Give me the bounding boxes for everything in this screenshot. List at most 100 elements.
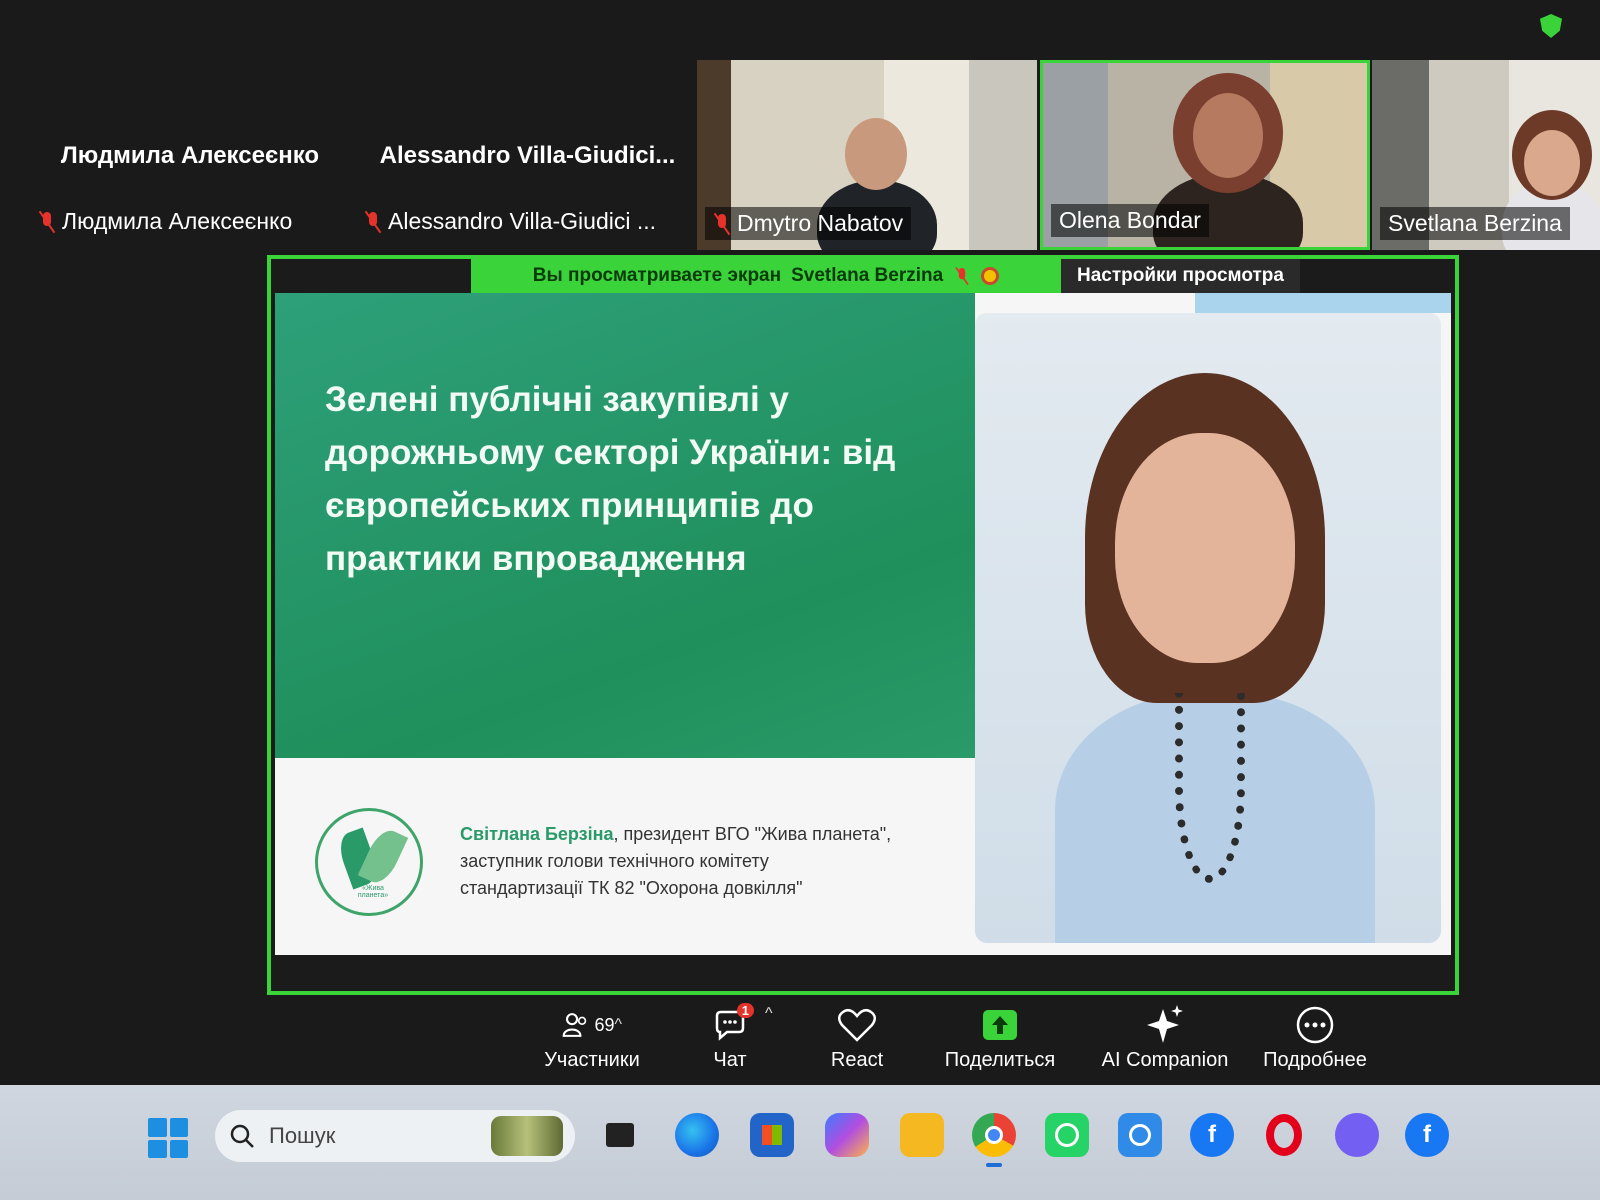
more-options-icon (1296, 1006, 1334, 1044)
share-label: Поделиться (944, 1049, 1056, 1071)
participant-tile[interactable]: Alessandro Villa-Giudici... Alessandro V… (360, 60, 695, 250)
facebook-icon[interactable]: f (1190, 1113, 1234, 1157)
participant-caption-name: Dmytro Nabatov (737, 210, 904, 236)
sparkle-icon (1147, 1005, 1183, 1043)
more-button[interactable]: Подробнее (1245, 995, 1385, 1085)
participant-caption: Dmytro Nabatov (705, 207, 912, 240)
participant-video-tile[interactable]: Dmytro Nabatov (697, 60, 1037, 250)
search-highlight-image (491, 1116, 563, 1156)
chevron-up-icon[interactable]: ^ (614, 1016, 622, 1034)
participants-icon (562, 1013, 587, 1037)
mic-muted-icon (713, 212, 731, 236)
participants-icon-group: 69 ^ (562, 1005, 622, 1045)
participants-button[interactable]: 69 ^ Участники (522, 995, 662, 1085)
participant-caption: Alessandro Villa-Giudici ... (364, 208, 656, 235)
microsoft-store-icon[interactable] (750, 1113, 794, 1157)
chrome-center (985, 1126, 1003, 1144)
search-placeholder: Пошук (269, 1123, 336, 1148)
active-app-indicator (986, 1163, 1002, 1167)
windows-taskbar: Пошук f f (0, 1085, 1600, 1200)
whatsapp-ring (1055, 1123, 1079, 1147)
start-icon-tile (148, 1118, 167, 1137)
react-icon-group (827, 1005, 887, 1045)
participant-video-tile[interactable]: Svetlana Berzina (1372, 60, 1600, 250)
slide-title: Зелені публічні закупівлі у дорожньому с… (325, 380, 896, 578)
participants-label: Участники (544, 1049, 640, 1071)
photo-face (1115, 433, 1295, 663)
share-status-banner: Вы просматриваете экран Svetlana Berzina (471, 259, 1061, 293)
mic-muted-icon (955, 266, 969, 285)
copilot-icon[interactable] (825, 1113, 869, 1157)
share-screen-icon (983, 1010, 1017, 1040)
share-icon-group (970, 1005, 1030, 1045)
view-options-button[interactable]: Настройки просмотра (1061, 259, 1300, 293)
participant-caption-name: Svetlana Berzina (1388, 210, 1562, 236)
start-icon-tile (169, 1118, 188, 1137)
opera-ring (1266, 1114, 1302, 1156)
screen-snip-icon[interactable] (1118, 1113, 1162, 1157)
participant-display-name: Людмила Алексеєнко (60, 142, 320, 169)
start-icon-tile (148, 1139, 167, 1158)
participants-count: 69 (594, 1014, 615, 1035)
start-icon-tile (169, 1139, 188, 1158)
zoom-meeting-window: Людмила Алексеєнко Людмила Алексеєнко Al… (0, 0, 1600, 1085)
chevron-up-icon[interactable]: ^ (765, 1005, 773, 1023)
speaker-role-line: заступник голови технічного комітету (460, 851, 769, 871)
participant-tile[interactable]: Людмила Алексеєнко Людмила Алексеєнко (20, 60, 360, 250)
speaker-name: Світлана Берзіна (460, 824, 614, 844)
speaker-caption: Світлана Берзіна, президент ВГО "Жива пл… (460, 821, 960, 902)
encryption-shield-icon[interactable] (1540, 14, 1562, 38)
meeting-toolbar: 69 ^ Участники 1 Чат ^ React Поделиться (0, 995, 1600, 1085)
chrome-icon[interactable] (972, 1113, 1016, 1167)
presentation-slide: Зелені публічні закупівлі у дорожньому с… (275, 293, 1451, 955)
react-label: React (830, 1049, 884, 1071)
participant-caption: Olena Bondar (1051, 204, 1209, 237)
ai-companion-button[interactable]: AI Companion (1085, 995, 1245, 1085)
slide-accent-strip (1195, 293, 1451, 313)
share-status-text: Вы просматриваете экран (532, 265, 782, 286)
shared-screen-frame[interactable]: Вы просматриваете экран Svetlana Berzina… (267, 255, 1459, 995)
more-label: Подробнее (1263, 1049, 1367, 1071)
task-view-icon[interactable] (598, 1113, 642, 1157)
windows-start-icon[interactable] (148, 1118, 188, 1158)
participant-display-name: Alessandro Villa-Giudici... (379, 142, 676, 169)
mic-muted-icon (38, 210, 56, 234)
participant-head (845, 118, 907, 190)
recording-dot-icon (981, 267, 1000, 285)
facebook-icon[interactable]: f (1405, 1113, 1449, 1157)
chat-unread-badge: 1 (736, 1003, 754, 1018)
react-button[interactable]: React (792, 995, 922, 1085)
ai-companion-label: AI Companion (1101, 1049, 1229, 1071)
taskbar-search-input[interactable]: Пошук (215, 1110, 575, 1162)
store-logo-shape (762, 1125, 782, 1145)
search-icon (230, 1124, 254, 1148)
snip-ring (1129, 1124, 1151, 1146)
participant-head (1193, 93, 1263, 178)
participant-head (1524, 130, 1580, 196)
viber-icon[interactable] (1335, 1113, 1379, 1157)
share-presenter-name: Svetlana Berzina (791, 265, 944, 286)
chat-button[interactable]: 1 Чат (665, 995, 795, 1085)
file-explorer-icon[interactable] (900, 1113, 944, 1157)
participant-caption: Людмила Алексеєнко (38, 208, 292, 235)
edge-icon[interactable] (675, 1113, 719, 1157)
share-screen-button[interactable]: Поделиться (930, 995, 1070, 1085)
ai-icon-group (1135, 1005, 1195, 1045)
speaker-photo (975, 313, 1441, 943)
heart-icon (838, 1008, 876, 1042)
speaker-role: , президент ВГО "Жива планета", (613, 824, 892, 844)
slide-title-panel: Зелені публічні закупівлі у дорожньому с… (275, 293, 975, 758)
more-icon-group (1285, 1005, 1345, 1045)
mic-muted-icon (364, 210, 382, 234)
participant-caption: Svetlana Berzina (1380, 207, 1570, 240)
zhyva-planeta-logo: «Жива планета» (315, 808, 423, 916)
participant-video-tile-active-speaker[interactable]: Olena Bondar (1040, 60, 1370, 250)
chat-label: Чат (713, 1049, 747, 1071)
opera-icon[interactable] (1262, 1113, 1306, 1157)
chat-icon-group: 1 (700, 1003, 760, 1045)
participant-caption-name: Alessandro Villa-Giudici ... (388, 208, 657, 234)
whatsapp-icon[interactable] (1045, 1113, 1089, 1157)
task-view-shape (606, 1123, 634, 1147)
speaker-role-line: стандартизації ТК 82 "Охорона довкілля" (460, 878, 803, 898)
logo-text: «Жива планета» (357, 885, 389, 899)
